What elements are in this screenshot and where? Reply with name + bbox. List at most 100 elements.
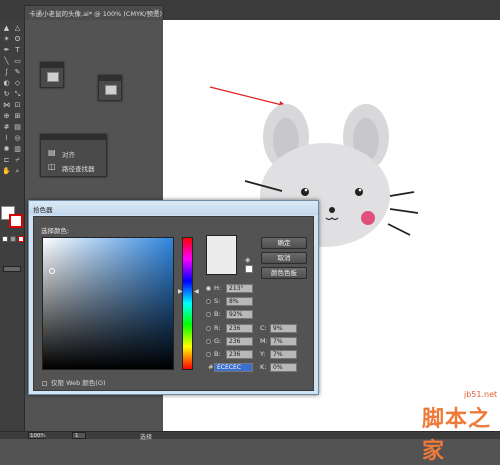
type-tool-icon[interactable]: T [13, 46, 22, 54]
pen-tool-icon[interactable]: ✒ [2, 46, 11, 54]
radio-button[interactable] [206, 339, 211, 344]
field-value[interactable]: 213° [226, 284, 253, 293]
panel-item-align[interactable]: ▤ 对齐 [45, 148, 105, 160]
dialog-titlebar[interactable]: 拾色器 [29, 201, 318, 215]
field-label: Y: [260, 350, 266, 358]
saturation-field[interactable]: S: 8% [206, 297, 266, 306]
magenta-field[interactable]: M: 7% [256, 337, 316, 346]
stroke-swatch[interactable] [9, 214, 23, 228]
gradient-tool-icon[interactable]: ▤ [13, 123, 22, 131]
brightness-field[interactable]: B: 92% [206, 310, 266, 319]
panel-header[interactable] [41, 135, 106, 140]
panel-header[interactable] [99, 76, 121, 81]
radio-button[interactable] [206, 326, 211, 331]
dialog-body: 选择颜色: ▶ ◀ ◈ 确定 取消 颜色色板 H: 213° S: 8% B: … [33, 216, 314, 391]
yellow-field[interactable]: Y: 7% [256, 350, 316, 359]
pencil-tool-icon[interactable]: ✎ [13, 68, 22, 76]
color-picker-dialog: 拾色器 选择颜色: ▶ ◀ ◈ 确定 取消 颜色色板 H: 213° S: 8%… [28, 200, 319, 395]
rotate-tool-icon[interactable]: ↻ [2, 90, 11, 98]
field-value[interactable]: ECECEC [214, 363, 253, 372]
hue-slider[interactable] [182, 237, 193, 370]
slice-tool-icon[interactable]: ⌿ [13, 156, 22, 164]
field-value[interactable]: 0% [270, 363, 297, 372]
lasso-tool-icon[interactable]: ʘ [13, 35, 22, 43]
blob-brush-tool-icon[interactable]: ◐ [2, 79, 11, 87]
mouse-nose [329, 207, 335, 213]
perspective-tool-icon[interactable]: ⊞ [13, 112, 22, 120]
radio-button[interactable] [206, 299, 211, 304]
field-value[interactable]: 236 [226, 337, 253, 346]
panel-header[interactable] [41, 63, 63, 68]
field-value[interactable]: 9% [270, 324, 297, 333]
watermark: jb51.net 脚本之家 [378, 390, 500, 464]
symbol-sprayer-tool-icon[interactable]: ✺ [2, 145, 11, 153]
mesh-tool-icon[interactable]: # [2, 123, 11, 131]
ok-button[interactable]: 确定 [261, 237, 307, 249]
hue-slider-arrow-right-icon[interactable]: ◀ [194, 288, 199, 295]
field-value[interactable]: 236 [226, 324, 253, 333]
artboard-number-field[interactable]: 1 [72, 432, 86, 439]
panel-item-pathfinder[interactable]: ◫ 路径查找器 [45, 162, 105, 174]
collapsed-panel-2[interactable] [98, 75, 122, 101]
color-field[interactable] [42, 237, 174, 370]
radio-button[interactable] [206, 286, 211, 291]
cyan-field[interactable]: C: 9% [256, 324, 316, 333]
cancel-button[interactable]: 取消 [261, 252, 307, 264]
whisker [389, 191, 415, 197]
hue-slider-arrow-left-icon[interactable]: ▶ [178, 288, 183, 295]
rectangle-tool-icon[interactable]: ▭ [13, 57, 22, 65]
color-mode-icon[interactable] [2, 236, 8, 242]
cube-icon[interactable]: ◈ [245, 256, 253, 264]
field-value[interactable]: 236 [226, 350, 253, 359]
close-icon[interactable]: × [153, 7, 160, 16]
magic-wand-tool-icon[interactable]: ✶ [2, 35, 11, 43]
field-value[interactable]: 8% [226, 297, 253, 306]
blend-tool-icon[interactable]: ◎ [13, 134, 22, 142]
web-colors-only-checkbox[interactable]: 仅限 Web 颜色(O) [42, 377, 106, 387]
gradient-mode-icon[interactable] [10, 236, 16, 242]
document-tab[interactable]: 卡通小老鼠的头像.ai* @ 100% (CMYK/预览) × [24, 5, 164, 20]
direct-selection-tool-icon[interactable]: △ [13, 24, 22, 32]
width-tool-icon[interactable]: ⋈ [2, 101, 11, 109]
eye-highlight [304, 188, 308, 192]
field-label: S: [214, 297, 221, 305]
align-pathfinder-panel[interactable]: ▤ 对齐 ◫ 路径查找器 [40, 134, 107, 177]
line-tool-icon[interactable]: ╲ [2, 57, 11, 65]
checkbox-box[interactable] [42, 380, 47, 386]
panel-icon[interactable] [47, 72, 59, 82]
field-label: G: [214, 337, 222, 345]
shape-builder-tool-icon[interactable]: ⊕ [2, 112, 11, 120]
none-mode-icon[interactable] [18, 236, 24, 242]
zoom-tool-icon[interactable]: ⌕ [13, 167, 22, 175]
checkbox-label: 仅限 Web 颜色(O) [51, 379, 106, 387]
collapsed-panel-1[interactable] [40, 62, 64, 88]
artboard-tool-icon[interactable]: ⊏ [2, 156, 11, 164]
radio-button[interactable] [206, 352, 211, 357]
field-value[interactable]: 92% [226, 310, 253, 319]
pathfinder-icon: ◫ [48, 162, 56, 171]
whisker [389, 208, 419, 214]
screen-mode-icon[interactable] [3, 266, 21, 272]
panel-icon[interactable] [105, 85, 117, 95]
free-transform-tool-icon[interactable]: ⊡ [13, 101, 22, 109]
zoom-level-field[interactable]: 100% [28, 432, 46, 439]
scale-tool-icon[interactable]: ⤡ [13, 90, 22, 98]
radio-button[interactable] [206, 312, 211, 317]
field-value[interactable]: 7% [270, 337, 297, 346]
color-field-cursor[interactable] [49, 268, 55, 274]
field-label: H: [214, 284, 222, 292]
hex-field[interactable]: # ECECEC [206, 363, 266, 372]
eraser-tool-icon[interactable]: ◇ [13, 79, 22, 87]
dialog-title: 拾色器 [33, 206, 53, 214]
annotation-arrow-line [209, 86, 287, 107]
field-value[interactable]: 7% [270, 350, 297, 359]
graph-tool-icon[interactable]: ▥ [13, 145, 22, 153]
field-label: R: [214, 324, 221, 332]
eyedropper-tool-icon[interactable]: ⌇ [2, 134, 11, 142]
selection-tool-icon[interactable]: ▲ [2, 24, 11, 32]
color-swatches-button[interactable]: 颜色色板 [261, 267, 307, 279]
web-safe-swatch[interactable] [245, 265, 253, 273]
hand-tool-icon[interactable]: ✋ [2, 167, 11, 175]
paintbrush-tool-icon[interactable]: ∫ [2, 68, 11, 76]
hue-field[interactable]: H: 213° [206, 284, 266, 293]
